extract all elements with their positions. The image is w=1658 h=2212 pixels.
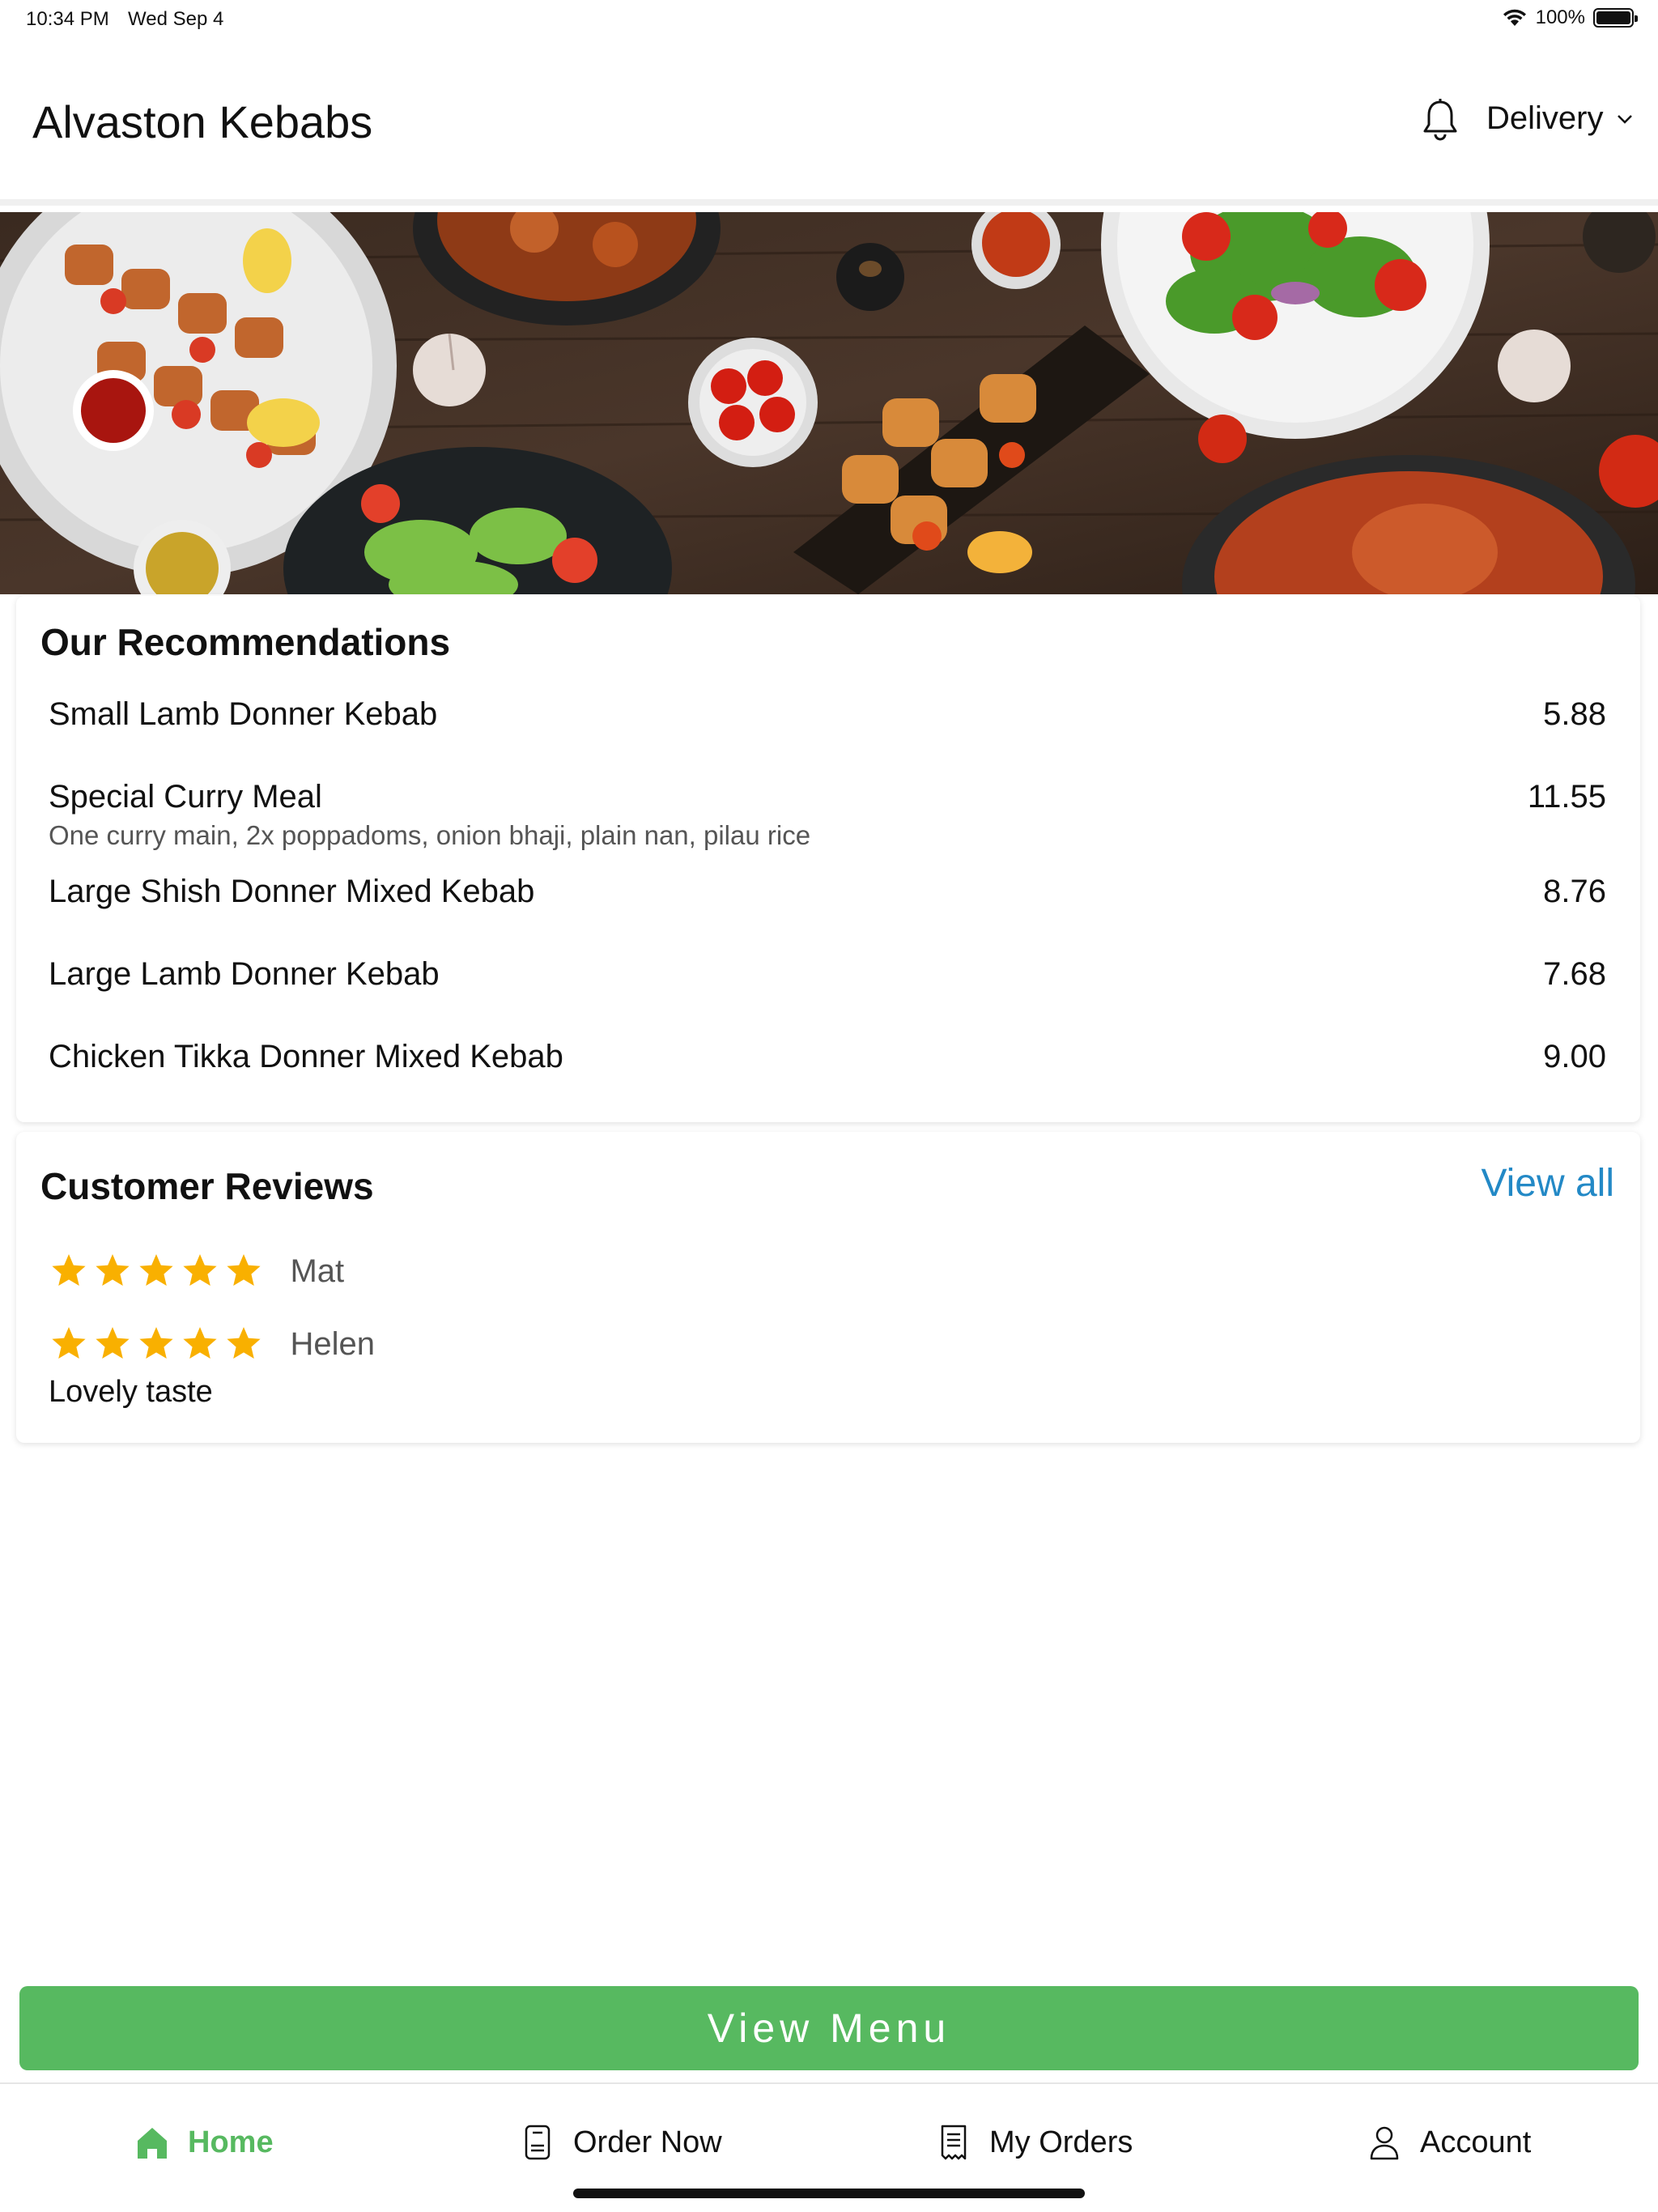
view-all-link[interactable]: View all: [1481, 1161, 1614, 1206]
star-icon: [227, 1327, 261, 1359]
recommendation-item[interactable]: Small Lamb Donner Kebab 5.88: [49, 696, 1606, 733]
recommendation-item[interactable]: Large Shish Donner Mixed Kebab 8.76: [49, 874, 1606, 910]
restaurant-name: Alvaston Kebabs: [32, 96, 373, 147]
tab-home[interactable]: Home: [134, 2123, 274, 2162]
tab-order-now[interactable]: Order Now: [520, 2123, 722, 2162]
bell-icon[interactable]: [1420, 97, 1460, 143]
order-icon: [525, 2125, 551, 2160]
item-name: Chicken Tikka Donner Mixed Kebab: [49, 1039, 563, 1074]
item-price: 8.76: [1543, 874, 1606, 909]
item-price: 11.55: [1527, 779, 1606, 815]
home-icon: [138, 2128, 167, 2159]
status-indicators: 100%: [1502, 6, 1638, 29]
star-rating: [49, 1325, 264, 1363]
item-price: 7.68: [1543, 956, 1606, 992]
reviewer-name: Mat: [290, 1253, 345, 1289]
hero-food-banner: [0, 212, 1658, 594]
star-icon: [52, 1254, 86, 1286]
delivery-label: Delivery: [1486, 100, 1604, 136]
tab-label: Account: [1420, 2125, 1532, 2159]
star-icon: [52, 1327, 86, 1359]
tab-label: Order Now: [573, 2125, 722, 2159]
receipt-icon: [941, 2125, 967, 2160]
customer-reviews-card: Customer Reviews View all Mat Helen Love…: [16, 1132, 1640, 1443]
item-name: Large Shish Donner Mixed Kebab: [49, 874, 535, 909]
review-text: Lovely taste: [49, 1375, 213, 1409]
tab-label: Home: [188, 2125, 274, 2159]
reviewer-name: Helen: [290, 1325, 375, 1362]
tab-account[interactable]: Account: [1367, 2123, 1531, 2162]
recommendations-card: Our Recommendations Small Lamb Donner Ke…: [16, 596, 1640, 1122]
recommendation-item[interactable]: Large Lamb Donner Kebab 7.68: [49, 956, 1606, 993]
reviews-title: Customer Reviews: [40, 1165, 374, 1207]
item-name: Small Lamb Donner Kebab: [49, 696, 438, 732]
item-price: 5.88: [1543, 696, 1606, 732]
review-item: Mat: [49, 1252, 344, 1291]
user-icon: [1370, 2126, 1399, 2160]
star-icon: [183, 1327, 217, 1359]
recommendations-title: Our Recommendations: [40, 621, 451, 663]
view-menu-button[interactable]: View Menu: [19, 1986, 1639, 2070]
battery-icon: [1593, 8, 1638, 28]
star-icon: [96, 1327, 130, 1359]
wifi-icon: [1503, 9, 1526, 26]
status-bar: 10:34 PM Wed Sep 4 100%: [0, 0, 1658, 39]
item-price: 9.00: [1543, 1039, 1606, 1074]
star-icon: [183, 1254, 217, 1286]
status-time: 10:34 PM: [26, 8, 109, 30]
recommendation-item[interactable]: Chicken Tikka Donner Mixed Kebab 9.00: [49, 1039, 1606, 1075]
star-icon: [96, 1254, 130, 1286]
star-rating: [49, 1252, 264, 1291]
item-description: One curry main, 2x poppadoms, onion bhaj…: [49, 820, 811, 850]
tab-my-orders[interactable]: My Orders: [936, 2123, 1133, 2162]
review-item: Helen Lovely taste: [49, 1325, 375, 1410]
star-icon: [139, 1327, 173, 1359]
recommendation-item[interactable]: Special Curry Meal One curry main, 2x po…: [49, 779, 1606, 851]
item-name: Large Lamb Donner Kebab: [49, 956, 440, 992]
star-icon: [227, 1254, 261, 1286]
star-icon: [139, 1254, 173, 1286]
app-header: Alvaston Kebabs Delivery: [0, 39, 1658, 206]
battery-percent: 100%: [1535, 6, 1585, 28]
delivery-dropdown[interactable]: Delivery: [1486, 100, 1634, 137]
item-name: Special Curry Meal: [49, 779, 322, 815]
status-date: Wed Sep 4: [128, 8, 224, 30]
chevron-down-icon: [1618, 114, 1633, 124]
tab-label: My Orders: [989, 2125, 1133, 2159]
home-indicator: [573, 2189, 1085, 2198]
